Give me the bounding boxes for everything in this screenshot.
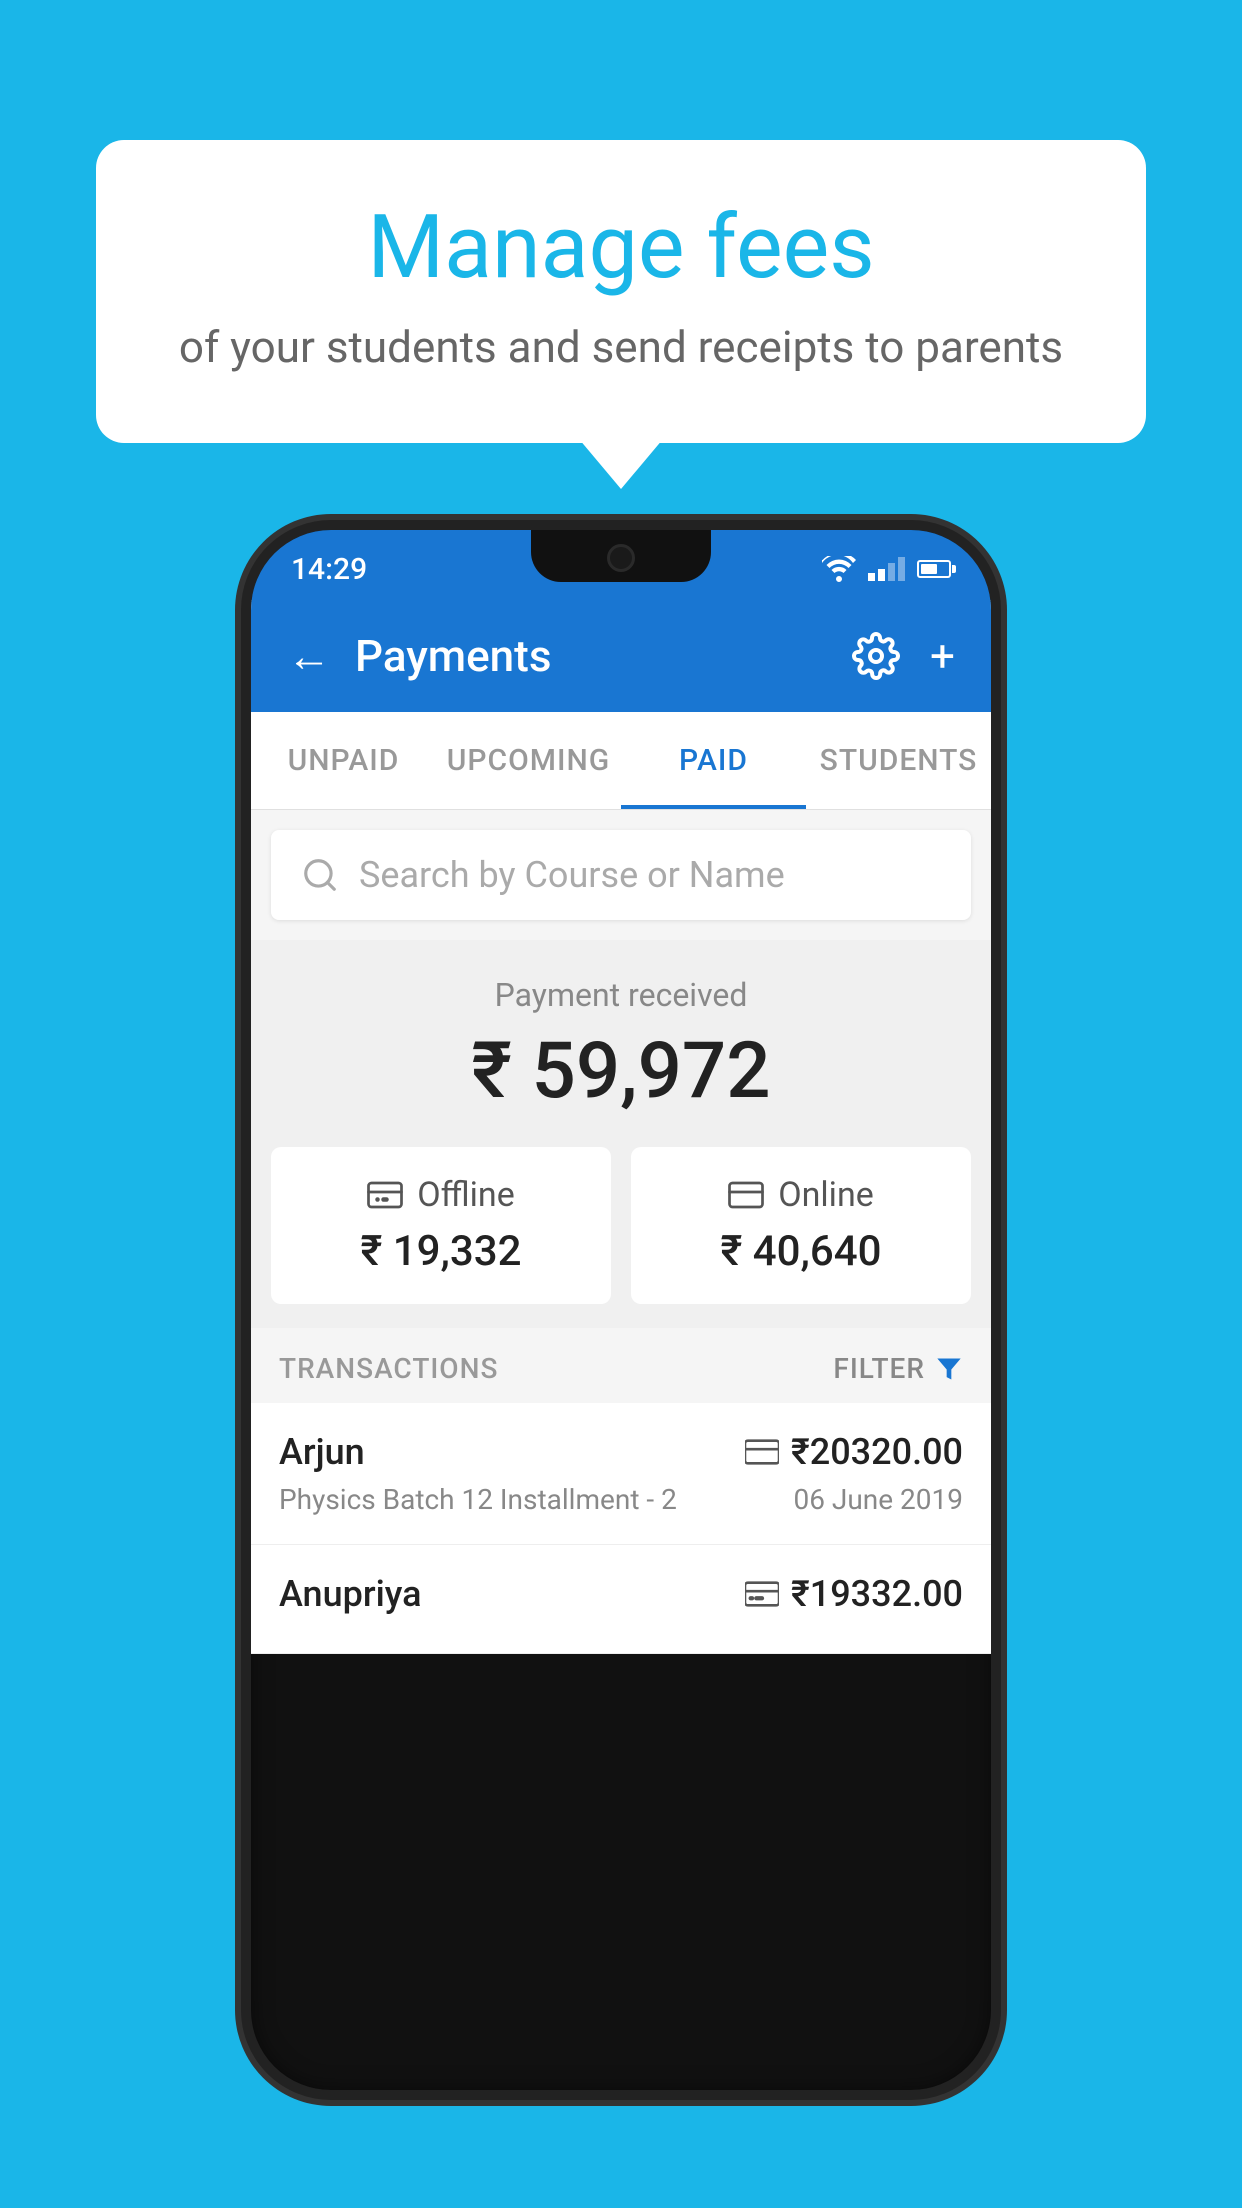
tab-unpaid[interactable]: UNPAID — [251, 712, 436, 809]
app-content: ← Payments + UNPAID UPCOMING PAID — [251, 600, 991, 1654]
online-payment-icon — [728, 1177, 764, 1213]
signal-icon — [868, 557, 905, 581]
add-button[interactable]: + — [930, 630, 955, 682]
transactions-label: TRANSACTIONS — [279, 1352, 498, 1385]
filter-button[interactable]: FILTER — [833, 1352, 963, 1385]
online-payment-type-icon — [745, 1439, 779, 1465]
app-header: ← Payments + — [251, 600, 991, 712]
tabs-bar: UNPAID UPCOMING PAID STUDENTS — [251, 712, 991, 810]
search-container[interactable]: Search by Course or Name — [271, 830, 971, 920]
payment-cards: Offline ₹ 19,332 Online ₹ 40,640 — [251, 1147, 991, 1328]
payment-total-amount: ₹ 59,972 — [271, 1026, 971, 1117]
status-icons — [822, 556, 951, 582]
search-icon — [301, 856, 339, 894]
tab-students[interactable]: STUDENTS — [806, 712, 991, 809]
student-name: Anupriya — [279, 1573, 422, 1615]
table-row[interactable]: Arjun ₹20320.00 Physics Batch 12 Install… — [251, 1403, 991, 1545]
course-info: Physics Batch 12 Installment - 2 — [279, 1483, 677, 1516]
filter-icon — [935, 1355, 963, 1383]
transaction-list: Arjun ₹20320.00 Physics Batch 12 Install… — [251, 1403, 991, 1654]
tab-paid[interactable]: PAID — [621, 712, 806, 809]
search-input[interactable]: Search by Course or Name — [359, 854, 785, 896]
transactions-header: TRANSACTIONS FILTER — [251, 1328, 991, 1403]
payment-received-section: Payment received ₹ 59,972 — [251, 940, 991, 1147]
page-title: Payments — [355, 630, 828, 682]
status-time: 14:29 — [291, 552, 367, 587]
settings-icon[interactable] — [852, 632, 900, 680]
volume-down-button — [991, 920, 1001, 1020]
offline-payment-icon — [367, 1177, 403, 1213]
table-row[interactable]: Anupriya ₹19332.00 — [251, 1545, 991, 1654]
volume-up-button — [991, 830, 1001, 900]
battery-icon — [917, 560, 951, 578]
payment-received-label: Payment received — [271, 976, 971, 1014]
offline-payment-card: Offline ₹ 19,332 — [271, 1147, 611, 1304]
bubble-subtitle: of your students and send receipts to pa… — [176, 321, 1066, 373]
power-button — [241, 870, 251, 990]
bubble-title: Manage fees — [176, 200, 1066, 297]
transaction-amount: ₹20320.00 — [791, 1431, 963, 1473]
offline-amount: ₹ 19,332 — [295, 1227, 587, 1276]
online-amount: ₹ 40,640 — [655, 1227, 947, 1276]
online-label: Online — [778, 1175, 874, 1215]
phone-notch — [531, 530, 711, 582]
transaction-amount: ₹19332.00 — [791, 1573, 963, 1615]
tab-upcoming[interactable]: UPCOMING — [436, 712, 621, 809]
transaction-date: 06 June 2019 — [793, 1483, 963, 1516]
online-payment-card: Online ₹ 40,640 — [631, 1147, 971, 1304]
phone-frame: 14:29 ← Payments — [241, 520, 1001, 2100]
back-button[interactable]: ← — [287, 630, 331, 682]
offline-payment-type-icon — [745, 1581, 779, 1607]
offline-label: Offline — [417, 1175, 514, 1215]
speech-bubble: Manage fees of your students and send re… — [96, 140, 1146, 443]
student-name: Arjun — [279, 1431, 365, 1473]
front-camera — [607, 544, 635, 572]
wifi-icon — [822, 556, 856, 582]
header-icons: + — [852, 630, 955, 682]
